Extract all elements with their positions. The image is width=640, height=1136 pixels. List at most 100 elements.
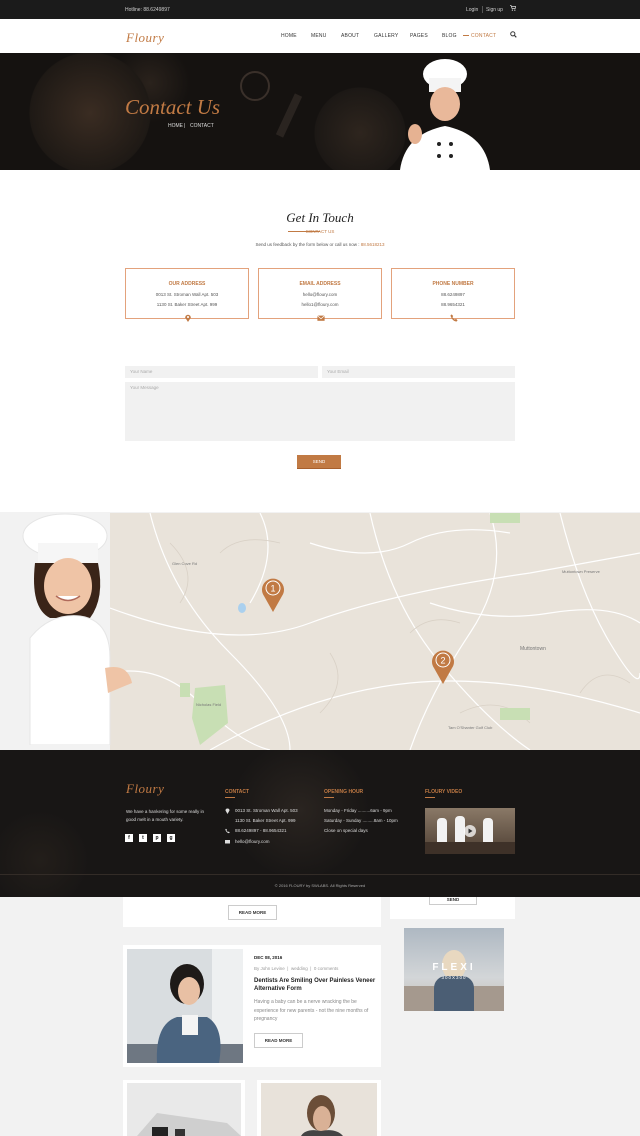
footer-email[interactable]: hello@floury.com: [235, 839, 270, 844]
card-heading: PHONE NUMBER: [432, 281, 474, 287]
read-more-button[interactable]: READ MORE: [254, 1033, 303, 1048]
location-map[interactable]: Muttontown Preserve Muttontown Glen Cove…: [110, 513, 640, 750]
card-line[interactable]: hello@floury.com: [259, 292, 381, 297]
map-label: Tam O'Shanter Golf Club: [448, 725, 493, 730]
nav-about[interactable]: ABOUT: [341, 33, 359, 39]
ad-title: FLEXI: [432, 962, 476, 973]
breadcrumb-current: CONTACT: [190, 123, 214, 129]
footer-divider: [0, 874, 640, 875]
footer-contact-heading: CONTACT: [225, 789, 250, 795]
site-logo[interactable]: Floury: [126, 30, 164, 46]
email-field[interactable]: Your Email: [322, 366, 515, 378]
main-nav: Floury HOME MENU ABOUT GALLERY PAGES BLO…: [0, 19, 640, 53]
hero-background: [0, 53, 640, 170]
facebook-icon[interactable]: f: [125, 834, 133, 842]
female-chef-illustration: [22, 513, 132, 745]
footer-phones[interactable]: 88.6249897 - 88.9654321: [235, 828, 287, 833]
contact-phone[interactable]: 88.5618213: [361, 242, 385, 247]
map-marker-1[interactable]: 1: [261, 576, 285, 612]
video-thumbnail[interactable]: [425, 808, 515, 854]
footer-hours-weekday: Monday - Friday ..........6am - 9pm: [324, 808, 392, 813]
footer-address-1: 0013 St. Stroman Wall Apt. 503: [235, 808, 298, 813]
nav-gallery[interactable]: GALLERY: [374, 33, 398, 39]
nav-pages[interactable]: PAGES: [410, 33, 428, 39]
page-title: Contact Us: [125, 95, 221, 119]
post-meta: By John Levine | wedding | 0 comments: [254, 966, 339, 971]
nav-blog[interactable]: BLOG: [442, 33, 457, 39]
page-hero: Contact Us: [0, 53, 640, 170]
send-button[interactable]: SEND: [297, 455, 341, 468]
footer-address-2: 1130 St. Baker Street Apt. 999: [235, 818, 296, 823]
pinterest-icon[interactable]: p: [153, 834, 161, 842]
post-image[interactable]: [127, 949, 243, 1063]
section-title: Get In Touch: [286, 210, 354, 225]
card-line[interactable]: 88.6249897: [392, 292, 514, 297]
post-author[interactable]: By John Levine: [254, 966, 285, 971]
marker-label: 1: [270, 584, 275, 594]
post-title[interactable]: Dentists Are Smiling Over Painless Venee…: [254, 977, 378, 993]
post-category[interactable]: wedding: [291, 966, 308, 971]
copyright: © 2016 FLOURY by SWLABS. All Rights Rese…: [274, 883, 366, 888]
phone-icon: [225, 828, 230, 834]
map-pin-icon: [185, 314, 191, 322]
signup-link[interactable]: Sign up: [486, 7, 503, 13]
footer-logo[interactable]: Floury: [126, 781, 164, 797]
card-heading: OUR ADDRESS: [168, 281, 206, 287]
nav-contact[interactable]: CONTACT: [471, 33, 496, 39]
post-excerpt: Having a baby can be a nerve wracking th…: [254, 999, 369, 1022]
name-field[interactable]: Your Name: [125, 366, 318, 378]
map-pin-icon: [225, 808, 230, 814]
cart-icon[interactable]: [510, 5, 516, 11]
card-line[interactable]: hello1@floury.com: [259, 302, 381, 307]
ad-figure: [434, 976, 474, 1011]
phone-icon: [450, 314, 458, 322]
footer-hours-heading: OPENING HOUR: [324, 789, 364, 795]
address-card: OUR ADDRESS 0013 St. Stroman Wall Apt. 5…: [125, 268, 249, 322]
video-figure: [483, 818, 493, 844]
top-bar: Hotline: 88.6249897 Login Sign up: [0, 0, 640, 19]
section-text: Send us feedback by the form below or ca…: [255, 242, 385, 247]
plate-decoration: [240, 71, 270, 101]
footer-about: We have a hankering for some really in g…: [126, 809, 204, 822]
heading-underline: [225, 797, 235, 798]
video-table: [425, 842, 515, 854]
breadcrumb-home[interactable]: HOME: [168, 123, 183, 129]
flexi-ad-banner[interactable]: FLEXI 300X300: [404, 928, 504, 1011]
play-icon[interactable]: [464, 825, 476, 837]
divider: [482, 6, 483, 13]
card-heading: EMAIL ADDRESS: [299, 281, 341, 287]
map-label: Muttontown Preserve: [562, 569, 601, 574]
email-card: EMAIL ADDRESS hello@floury.com hello1@fl…: [258, 268, 382, 321]
send-button-partial[interactable]: SEND: [429, 897, 477, 905]
map-label: Muttontown: [520, 646, 546, 652]
map-label: Glen Cove Rd: [172, 561, 197, 566]
active-indicator: [463, 35, 469, 36]
nav-home[interactable]: HOME: [281, 33, 297, 39]
heading-underline: [425, 797, 435, 798]
message-field[interactable]: Your Message: [125, 382, 515, 441]
chef-illustration: [400, 59, 490, 170]
post-image[interactable]: [261, 1083, 377, 1136]
post-comments[interactable]: 0 comments: [314, 966, 339, 971]
footer-hours-note: Close on special days: [324, 828, 368, 833]
breadcrumb-separator: |: [184, 123, 186, 129]
nav-menu[interactable]: MENU: [311, 33, 327, 39]
footer-video-heading: FLOURY VIDEO: [425, 789, 463, 795]
login-link[interactable]: Login: [466, 7, 478, 13]
search-icon[interactable]: [510, 31, 517, 38]
heading-underline: [324, 797, 334, 798]
read-more-button[interactable]: READ MORE: [228, 905, 277, 920]
map-roads: Muttontown Preserve Muttontown Glen Cove…: [110, 513, 640, 750]
ad-size: 300X300: [441, 975, 467, 980]
twitter-icon[interactable]: t: [139, 834, 147, 842]
marker-label: 2: [440, 656, 445, 666]
envelope-icon: [225, 840, 230, 844]
card-line: 1130 St. Baker Street Apt. 999: [156, 302, 218, 307]
video-figure: [437, 818, 447, 844]
map-marker-2[interactable]: 2: [431, 648, 455, 684]
card-line[interactable]: 88.9654321: [392, 302, 514, 307]
card-line: 0013 St. Stroman Wall Apt. 503: [155, 292, 219, 297]
google-plus-icon[interactable]: g: [167, 834, 175, 842]
section-subtitle: CONTACT US: [305, 229, 335, 234]
post-image[interactable]: [127, 1083, 241, 1136]
